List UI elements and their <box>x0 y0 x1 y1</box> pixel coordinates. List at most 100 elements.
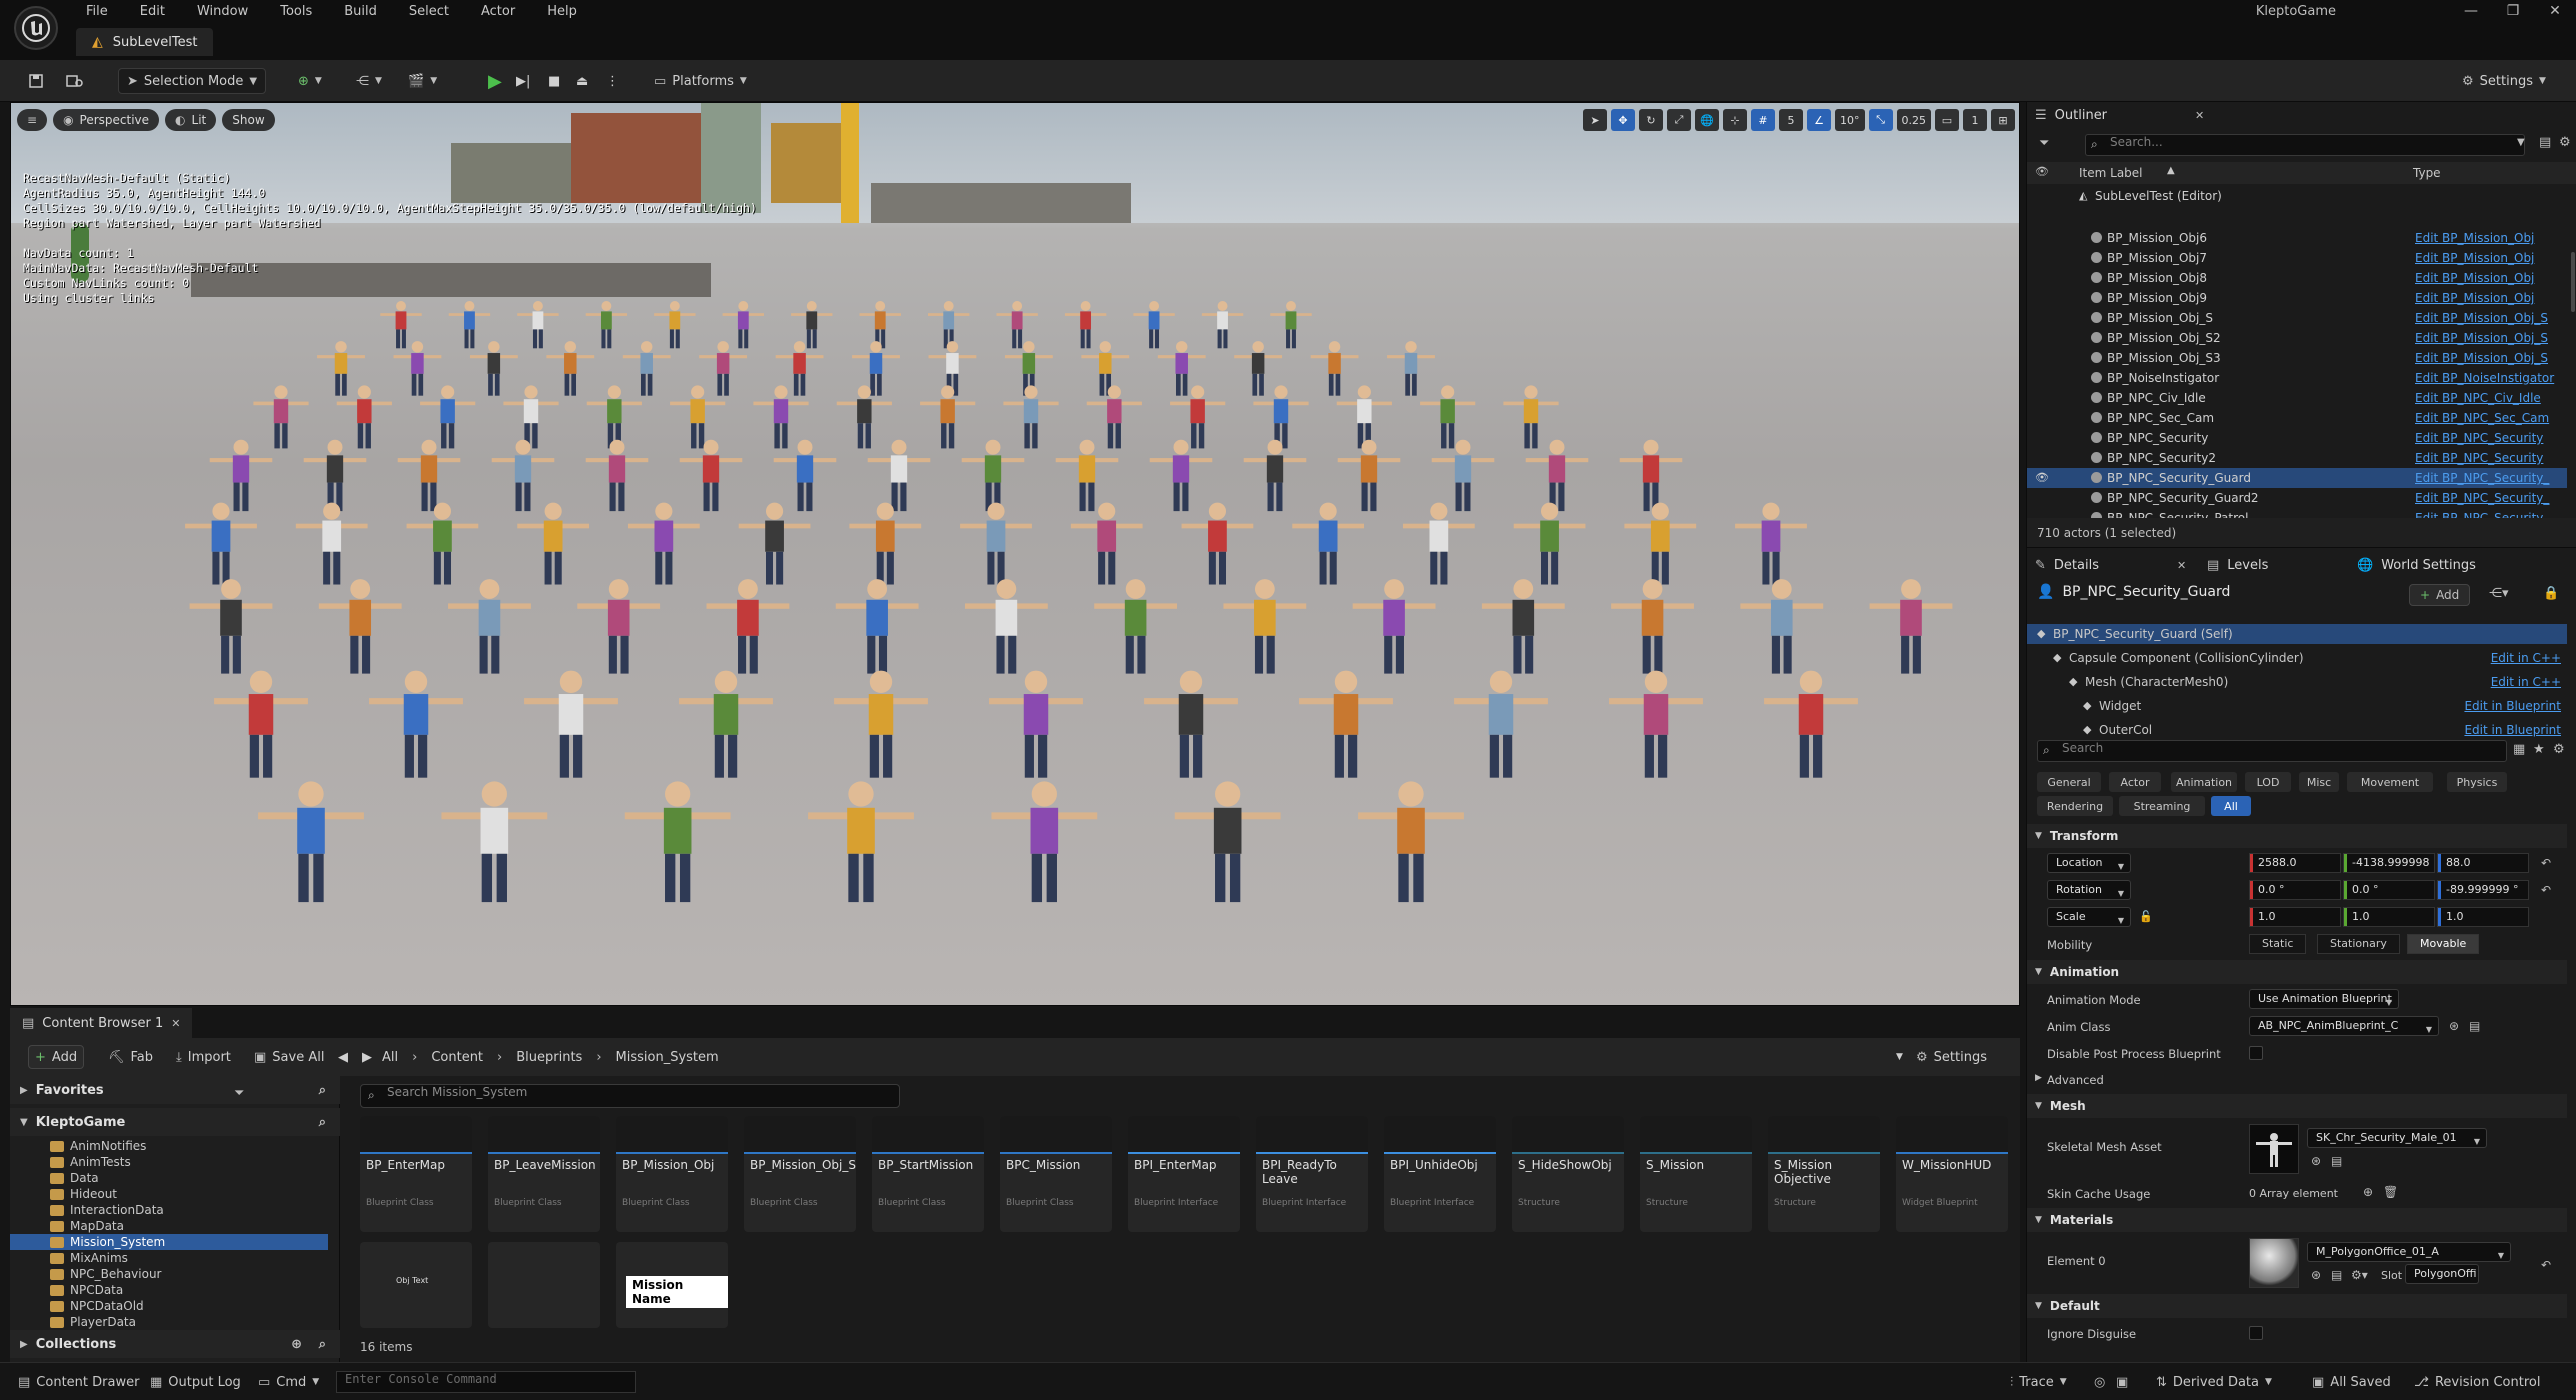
menu-edit[interactable]: Edit <box>126 2 179 21</box>
npc-figure[interactable] <box>503 385 559 449</box>
npc-figure[interactable] <box>1234 341 1283 396</box>
ignore-disguise-checkbox[interactable] <box>2249 1326 2263 1340</box>
npc-figure[interactable] <box>961 439 1025 512</box>
component-edit-link[interactable]: Edit in Blueprint <box>2464 699 2561 713</box>
outliner-row[interactable]: BP_Mission_Obj_S2 Edit BP_Mission_Obj_S <box>2027 328 2567 348</box>
outliner-row[interactable]: BP_Mission_Obj_S3 Edit BP_Mission_Obj_S <box>2027 348 2567 368</box>
npc-figure[interactable] <box>989 670 1083 778</box>
widget-asset-tile[interactable]: Mission Name <box>616 1242 728 1328</box>
mesh-section[interactable]: ▼ Mesh <box>2027 1094 2567 1118</box>
npc-figure[interactable] <box>654 301 696 349</box>
category-chip[interactable]: General <box>2037 772 2101 792</box>
rotation-snap-value[interactable]: 10° <box>1835 109 1865 131</box>
menu-help[interactable]: Help <box>533 2 591 21</box>
gear-icon[interactable]: ⚙ <box>2553 742 2565 757</box>
npc-figure[interactable] <box>1611 579 1694 674</box>
mobility-stationary[interactable]: Stationary <box>2317 934 2400 954</box>
reset-icon[interactable]: ↶ <box>2541 1258 2551 1272</box>
category-chip[interactable]: Movement <box>2347 772 2433 792</box>
outliner-row[interactable]: BP_NPC_Sec_Cam Edit BP_NPC_Sec_Cam <box>2027 408 2567 428</box>
lit-button[interactable]: ◐ Lit <box>165 109 217 131</box>
add-folder-icon[interactable]: ▤ <box>2539 135 2551 150</box>
play-icon[interactable]: ▶ <box>480 68 510 94</box>
search-icon[interactable]: ⌕ <box>319 1115 326 1130</box>
npc-figure[interactable] <box>706 579 790 674</box>
output-log-button[interactable]: ▦ Output Log <box>150 1371 241 1393</box>
component-edit-link[interactable]: Edit in C++ <box>2491 675 2561 689</box>
npc-figure[interactable] <box>393 341 442 396</box>
use-selected-icon[interactable]: ⊛ <box>2311 1154 2321 1168</box>
asset-search-input[interactable]: Search Mission_System <box>360 1084 900 1108</box>
npc-figure[interactable] <box>1513 502 1586 585</box>
record-icon[interactable]: ◎ <box>2094 1371 2105 1393</box>
history-back-icon[interactable]: ◀ <box>332 1045 354 1069</box>
browse-icon[interactable]: ▤ <box>2331 1268 2342 1282</box>
browse-icon[interactable]: ▤ <box>2469 1019 2480 1033</box>
derived-data-button[interactable]: ⇅ Derived Data ▼ <box>2156 1371 2272 1393</box>
asset-tile[interactable]: BP_Mission_Obj_S Blueprint Class <box>744 1116 856 1232</box>
show-button[interactable]: Show <box>222 109 275 131</box>
asset-tile[interactable]: BPI_EnterMap Blueprint Interface <box>1128 1116 1240 1232</box>
menu-build[interactable]: Build <box>330 2 391 21</box>
npc-figure[interactable] <box>1299 670 1393 778</box>
folder-item[interactable]: NPC_Behaviour <box>10 1266 328 1282</box>
edit-blueprint-link[interactable]: Edit BP_NPC_Security <box>2415 451 2543 465</box>
edit-blueprint-link[interactable]: Edit BP_Mission_Obj_S <box>2415 311 2548 325</box>
category-chip[interactable]: LOD <box>2245 772 2291 792</box>
rotate-tool-icon[interactable]: ↻ <box>1639 109 1663 131</box>
close-icon[interactable]: ✕ <box>171 1017 180 1030</box>
folder-item[interactable]: MapData <box>10 1218 328 1234</box>
close-icon[interactable]: ✕ <box>2534 0 2576 22</box>
npc-figure[interactable] <box>380 301 422 349</box>
npc-figure[interactable] <box>1243 439 1307 512</box>
npc-figure[interactable] <box>699 341 748 396</box>
npc-figure[interactable] <box>1503 385 1559 449</box>
component-row[interactable]: ◆ OuterCol Edit in Blueprint <box>2027 720 2567 740</box>
npc-figure[interactable] <box>1764 670 1858 778</box>
level-viewport[interactable]: ≡ ◉ Perspective ◐ Lit Show ➤ ✥ ↻ ⤢ 🌐 ⊹ # 5… <box>10 102 2020 1006</box>
folder-item[interactable]: AnimNotifies <box>10 1138 328 1154</box>
filter-icon[interactable]: ⏷ <box>2039 136 2049 151</box>
component-edit-link[interactable]: Edit in Blueprint <box>2464 723 2561 737</box>
category-chip[interactable]: Actor <box>2109 772 2161 792</box>
npc-figure[interactable] <box>1387 341 1435 396</box>
npc-figure[interactable] <box>1149 439 1213 512</box>
npc-figure[interactable] <box>1094 579 1178 674</box>
npc-figure[interactable] <box>585 439 649 512</box>
npc-figure[interactable] <box>1223 579 1307 674</box>
menu-file[interactable]: File <box>72 2 122 21</box>
npc-figure[interactable] <box>420 385 476 449</box>
npc-figure[interactable] <box>517 502 590 585</box>
npc-figure[interactable] <box>1431 439 1495 512</box>
npc-figure[interactable] <box>546 341 595 396</box>
npc-figure[interactable] <box>397 439 461 512</box>
npc-figure[interactable] <box>1481 579 1565 674</box>
item-label-header[interactable]: Item Label <box>2079 166 2143 180</box>
skeletal-mesh-dropdown[interactable]: SK_Chr_Security_Male_01 ▼ <box>2307 1128 2487 1148</box>
breadcrumb-blueprints[interactable]: Blueprints <box>516 1050 582 1065</box>
anim-class-dropdown[interactable]: AB_NPC_AnimBlueprint_C ▼ <box>2249 1016 2439 1036</box>
npc-figure[interactable] <box>859 301 901 349</box>
camera-shot-icon[interactable]: ▣ <box>2116 1371 2128 1393</box>
npc-figure[interactable] <box>1081 341 1130 396</box>
folder-item[interactable]: InteractionData <box>10 1202 328 1218</box>
npc-figure[interactable] <box>369 670 463 778</box>
advanced-row[interactable]: ▶ Advanced <box>2027 1066 2567 1092</box>
npc-figure[interactable] <box>317 341 365 396</box>
npc-figure[interactable] <box>1133 301 1175 349</box>
gear-icon[interactable]: ⚙ <box>2559 135 2571 150</box>
npc-figure[interactable] <box>670 385 726 449</box>
npc-figure[interactable] <box>722 301 765 349</box>
asset-tile[interactable]: S_Mission Structure <box>1640 1116 1752 1232</box>
project-header[interactable]: ▼ KleptoGame ⌕ <box>10 1108 340 1136</box>
npc-figure[interactable] <box>1525 439 1589 512</box>
asset-tile[interactable]: BP_EnterMap Blueprint Class <box>360 1116 472 1232</box>
breadcrumb-all[interactable]: All <box>382 1050 398 1065</box>
slot-dropdown[interactable]: PolygonOffi <box>2405 1264 2479 1284</box>
minimize-icon[interactable]: — <box>2450 0 2492 22</box>
folder-item[interactable]: AnimTests <box>10 1154 328 1170</box>
npc-figure[interactable] <box>491 439 555 512</box>
add-actor-button[interactable]: ⊕ ▼ <box>290 68 330 94</box>
default-section[interactable]: ▼ Default <box>2027 1294 2567 1318</box>
npc-figure[interactable] <box>303 439 367 512</box>
